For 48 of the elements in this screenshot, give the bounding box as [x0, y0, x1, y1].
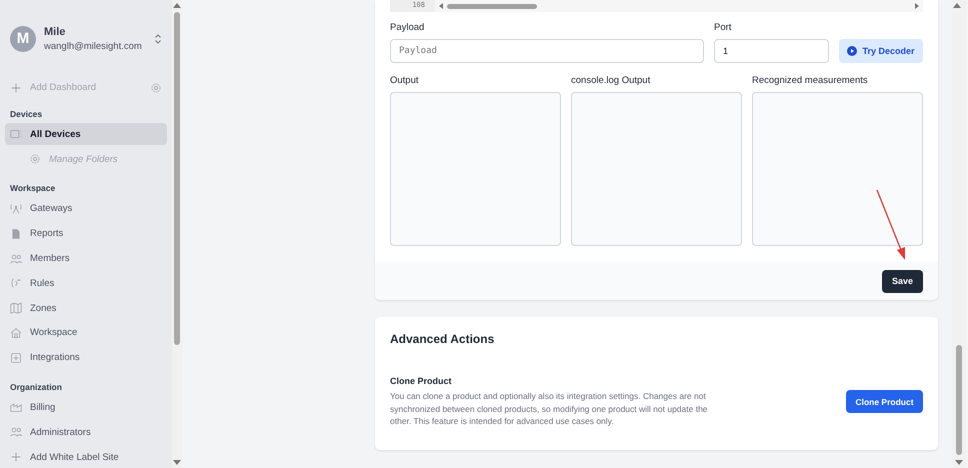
plus-icon — [10, 82, 22, 94]
gear-icon — [29, 153, 41, 166]
clone-product-button[interactable]: Clone Product — [846, 390, 923, 414]
field-label: Recognized measurements — [752, 75, 869, 86]
section-title: Workspace — [9, 183, 56, 195]
sidebar-item[interactable]: Integrations — [5, 346, 167, 369]
plus-square-icon — [10, 352, 22, 364]
sidebar-item[interactable]: Zones — [5, 297, 167, 320]
clone-description: You can clone a product and optionally also its integration settings. Changes are not synchronized between cloned products, so modifying one product will not update the other. This feature is intended for advanced use cases only. — [390, 390, 709, 428]
field-label: console.log Output — [571, 75, 652, 86]
user-name: Mile — [44, 26, 66, 38]
port-field[interactable]: 1 — [714, 39, 829, 63]
sidebar-item[interactable]: Workspace — [5, 322, 167, 344]
avatar: M — [10, 26, 36, 52]
try-decoder-button[interactable]: Try Decoder — [839, 39, 923, 63]
sidebar-item[interactable]: Billing — [5, 396, 167, 418]
save-button[interactable]: Save — [882, 270, 923, 292]
device-icon — [10, 128, 22, 140]
gear-icon — [150, 82, 162, 94]
section-title: Organization — [9, 382, 63, 394]
play-icon — [847, 46, 858, 56]
payload-field[interactable]: Payload — [390, 39, 704, 63]
user-email: wanglh@milesight.com — [44, 40, 143, 52]
field-label: Port — [714, 22, 732, 33]
field-label: Output — [390, 75, 420, 86]
plus-icon — [10, 451, 22, 464]
sidebar-item[interactable]: All Devices — [5, 123, 167, 146]
signal-icon — [10, 277, 22, 290]
people-icon — [10, 426, 22, 438]
card-title: Advanced Actions — [390, 332, 496, 346]
clone-title: Clone Product — [390, 376, 453, 386]
antenna-icon — [10, 202, 22, 215]
sidebar-item[interactable]: Administrators — [5, 421, 167, 444]
chevron-icon[interactable] — [154, 32, 162, 45]
sidebar-item[interactable]: Rules — [5, 272, 167, 294]
document-icon — [10, 228, 22, 240]
field-label: Payload — [390, 22, 426, 33]
map-icon — [10, 302, 22, 314]
people-icon — [10, 252, 22, 265]
sidebar-item[interactable]: Gateways — [5, 198, 167, 220]
sidebar-item[interactable]: Reports — [5, 222, 167, 245]
sidebar-item[interactable]: Add White Label Site — [5, 446, 167, 468]
section-title: Devices — [9, 108, 44, 120]
scrollbar[interactable] — [172, 0, 182, 468]
sidebar-item[interactable]: Members — [5, 248, 167, 270]
scrollbar[interactable] — [952, 0, 966, 468]
house-icon — [10, 326, 22, 339]
factory-icon — [10, 401, 22, 414]
